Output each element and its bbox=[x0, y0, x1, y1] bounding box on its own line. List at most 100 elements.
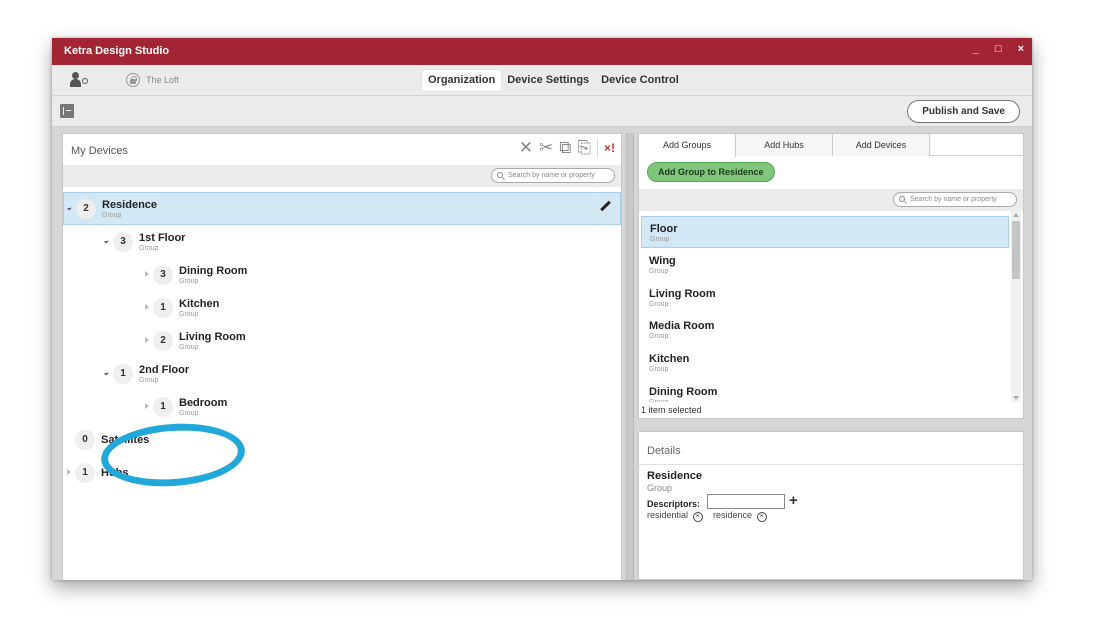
expand-icon[interactable] bbox=[145, 337, 149, 343]
minimize-button[interactable]: _ bbox=[973, 43, 979, 55]
scroll-down-icon[interactable] bbox=[1013, 396, 1019, 400]
child-count-badge: 1 bbox=[113, 364, 133, 384]
node-name: Kitchen bbox=[179, 298, 220, 310]
panel-title: My Devices bbox=[71, 145, 128, 157]
panel-toggle-icon[interactable] bbox=[60, 104, 74, 118]
window-controls: _ □ × bbox=[973, 43, 1024, 55]
node-name: Residence bbox=[102, 199, 158, 211]
publish-and-save-button[interactable]: Publish and Save bbox=[907, 100, 1020, 123]
remove-chip-icon[interactable]: × bbox=[756, 512, 767, 522]
expand-icon[interactable] bbox=[67, 469, 71, 475]
user-icon[interactable] bbox=[70, 72, 88, 88]
search-placeholder: Search by name or property bbox=[910, 196, 997, 203]
maximize-button[interactable]: □ bbox=[995, 43, 1002, 55]
panel-splitter[interactable] bbox=[626, 133, 634, 580]
tree-row-dining-room[interactable]: 3 Dining Room Group bbox=[63, 260, 621, 290]
list-item-kitchen[interactable]: Kitchen Group bbox=[641, 347, 1009, 379]
node-name: Living Room bbox=[179, 331, 246, 343]
tab-device-settings[interactable]: Device Settings bbox=[501, 70, 595, 91]
main-nav: The Loft Organization Device Settings De… bbox=[52, 65, 1032, 96]
node-name: Satellites bbox=[101, 434, 150, 446]
item-type: Group bbox=[649, 366, 669, 373]
tree-row-bedroom[interactable]: 1 Bedroom Group bbox=[63, 392, 621, 422]
tree-row-kitchen[interactable]: 1 Kitchen Group bbox=[63, 293, 621, 323]
tab-device-control[interactable]: Device Control bbox=[595, 70, 685, 91]
lock-icon[interactable] bbox=[126, 73, 140, 87]
tree-row-2nd-floor[interactable]: 1 2nd Floor Group bbox=[63, 359, 621, 389]
project-name: The Loft bbox=[146, 75, 180, 85]
tab-add-devices[interactable]: Add Devices bbox=[833, 134, 930, 156]
list-item-media-room[interactable]: Media Room Group bbox=[641, 314, 1009, 346]
tab-organization[interactable]: Organization bbox=[422, 70, 502, 91]
remove-warning-icon[interactable]: ×! bbox=[604, 141, 615, 155]
tree-row-satellites[interactable]: 0 Satellites bbox=[63, 425, 621, 455]
copy-icon[interactable]: ⧉ bbox=[559, 138, 571, 158]
item-type: Group bbox=[649, 301, 669, 308]
tab-add-groups[interactable]: Add Groups bbox=[639, 134, 736, 157]
device-search-input[interactable]: Search by name or property bbox=[491, 168, 615, 183]
expand-icon[interactable] bbox=[145, 271, 149, 277]
descriptor-input[interactable] bbox=[707, 494, 785, 509]
item-type: Group bbox=[649, 268, 669, 275]
cut-icon[interactable]: ✂ bbox=[539, 138, 553, 158]
list-item-floor[interactable]: Floor Group bbox=[641, 216, 1009, 248]
child-count-badge: 3 bbox=[153, 265, 173, 285]
item-name: Living Room bbox=[649, 288, 716, 300]
add-tabs: Add Groups Add Hubs Add Devices bbox=[639, 134, 1023, 157]
my-devices-panel: My Devices ✕ ✂ ⧉ ⎘ ×! Search by name or … bbox=[62, 133, 622, 580]
descriptors-label: Descriptors: bbox=[647, 499, 701, 509]
edit-pencil-icon[interactable] bbox=[600, 201, 612, 213]
search-strip: Search by name or property bbox=[639, 189, 1023, 211]
expand-icon[interactable] bbox=[145, 304, 149, 310]
list-item-dining-room[interactable]: Dining Room Group bbox=[641, 380, 1009, 402]
close-button[interactable]: × bbox=[1018, 43, 1024, 55]
expand-icon[interactable] bbox=[104, 238, 109, 244]
child-count-badge: 0 bbox=[75, 430, 95, 450]
list-item-wing[interactable]: Wing Group bbox=[641, 249, 1009, 281]
add-group-button[interactable]: Add Group to Residence bbox=[647, 162, 775, 182]
details-divider bbox=[639, 464, 1023, 465]
node-type: Group bbox=[102, 212, 122, 219]
node-name: Hubs bbox=[101, 467, 129, 479]
details-title: Details bbox=[647, 445, 681, 457]
paste-icon[interactable]: ⎘ bbox=[577, 138, 591, 158]
toolbar: Publish and Save bbox=[52, 97, 1032, 127]
expand-icon[interactable] bbox=[104, 370, 109, 376]
expand-icon[interactable] bbox=[67, 205, 72, 211]
expand-icon[interactable] bbox=[145, 403, 149, 409]
node-name: Bedroom bbox=[179, 397, 228, 409]
remove-chip-icon[interactable]: × bbox=[692, 512, 703, 522]
tree-row-living-room[interactable]: 2 Living Room Group bbox=[63, 326, 621, 356]
descriptor-chip: residential × bbox=[647, 510, 703, 522]
app-window: Ketra Design Studio _ □ × The Loft Organ… bbox=[52, 38, 1032, 580]
search-strip: Search by name or property bbox=[63, 165, 621, 187]
item-name: Dining Room bbox=[649, 386, 718, 398]
add-descriptor-icon[interactable]: + bbox=[789, 492, 798, 509]
details-name: Residence bbox=[647, 470, 703, 482]
list-scrollbar[interactable] bbox=[1011, 211, 1021, 402]
my-devices-header: My Devices ✕ ✂ ⧉ ⎘ ×! bbox=[63, 134, 621, 166]
scroll-up-icon[interactable] bbox=[1013, 213, 1019, 217]
group-type-list: Floor Group Wing Group Living Room Group… bbox=[639, 211, 1023, 402]
edit-tools: ✕ ✂ ⧉ ⎘ ×! bbox=[519, 138, 615, 158]
node-type: Group bbox=[179, 344, 199, 351]
list-item-living-room[interactable]: Living Room Group bbox=[641, 282, 1009, 314]
tab-add-hubs[interactable]: Add Hubs bbox=[736, 134, 833, 156]
node-type: Group bbox=[139, 377, 159, 384]
item-name: Floor bbox=[650, 223, 678, 235]
tree-row-residence[interactable]: 2 Residence Group bbox=[63, 192, 621, 225]
tool-divider bbox=[596, 138, 598, 158]
chip-label: residential bbox=[647, 510, 689, 520]
selection-status: 1 item selected bbox=[641, 405, 702, 415]
tree-row-1st-floor[interactable]: 3 1st Floor Group bbox=[63, 227, 621, 257]
details-panel: Details Residence Group Descriptors: + r… bbox=[638, 431, 1024, 580]
details-type: Group bbox=[647, 483, 673, 493]
node-name: 1st Floor bbox=[139, 232, 186, 244]
descriptor-chip: residence × bbox=[713, 510, 767, 522]
scroll-thumb[interactable] bbox=[1012, 221, 1020, 279]
search-icon bbox=[497, 172, 503, 178]
delete-icon[interactable]: ✕ bbox=[519, 138, 533, 158]
add-panel: Add Groups Add Hubs Add Devices Add Grou… bbox=[638, 133, 1024, 419]
tree-row-hubs[interactable]: 1 Hubs bbox=[63, 458, 621, 488]
group-search-input[interactable]: Search by name or property bbox=[893, 192, 1017, 207]
